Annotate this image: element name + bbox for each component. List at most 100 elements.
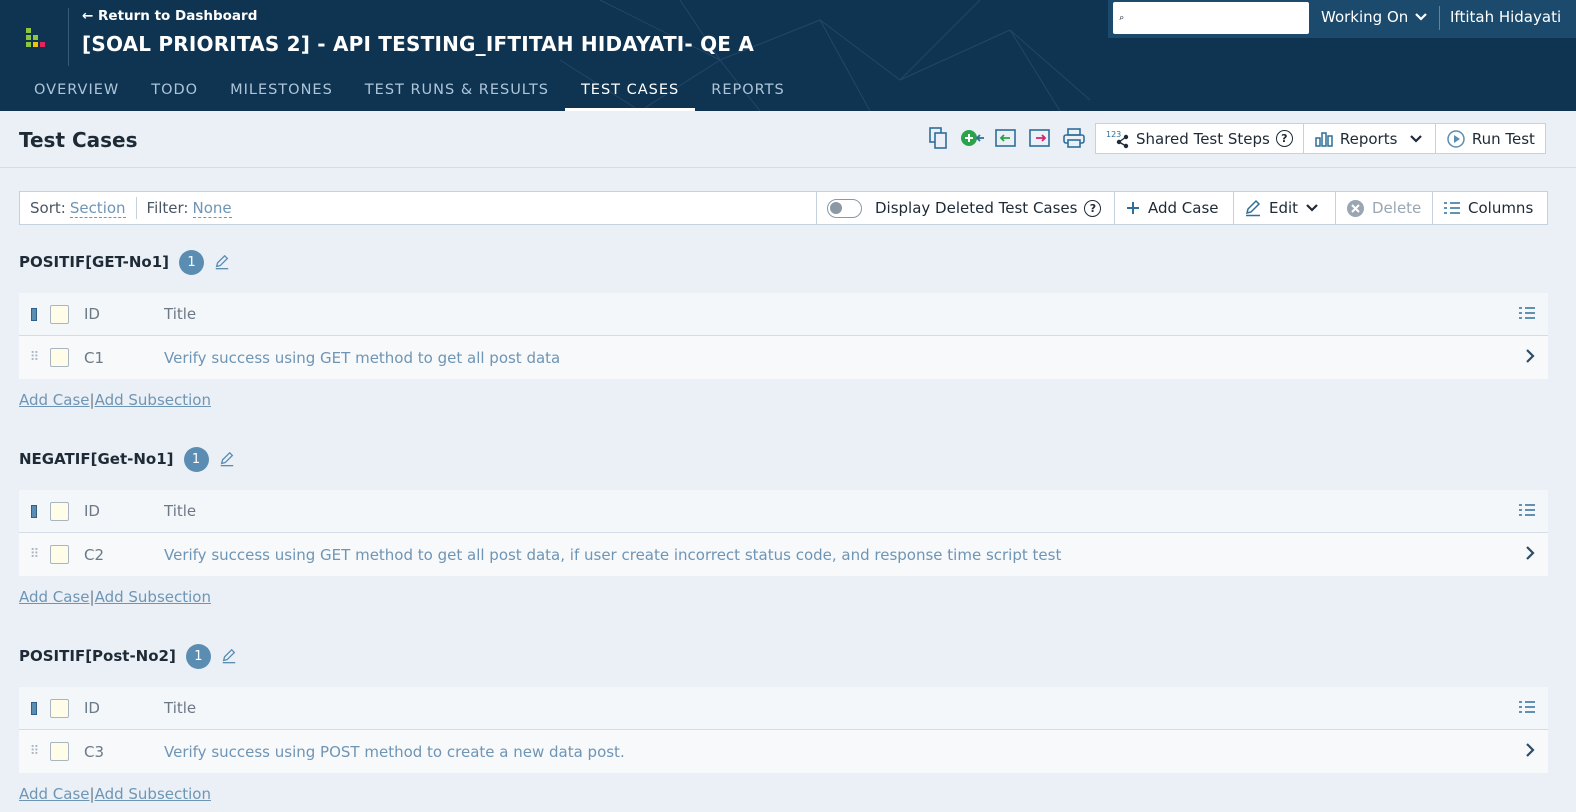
delete-label: Delete (1372, 199, 1422, 217)
case-id: C3 (84, 742, 105, 761)
return-to-dashboard-link[interactable]: ← Return to Dashboard (82, 8, 257, 24)
case-title-link[interactable]: Verify success using GET method to get a… (164, 349, 560, 367)
app-header: ← Return to Dashboard [SOAL PRIORITAS 2]… (0, 0, 1576, 111)
run-test-label: Run Test (1471, 129, 1535, 148)
filter-toolbar: Sort: Section Filter: None Display Delet… (19, 191, 1548, 225)
add-subsection-link[interactable]: Add Subsection (95, 588, 211, 606)
play-circle-icon (1447, 129, 1465, 148)
sort-filter-area: Sort: Section Filter: None (20, 192, 816, 224)
edit-section-icon[interactable] (214, 254, 230, 270)
section-title: NEGATIF[Get-No1] (19, 450, 174, 468)
chevron-right-icon[interactable] (1524, 348, 1536, 364)
drag-handle-icon[interactable]: ⠿ (30, 351, 39, 364)
export-icon[interactable] (1026, 124, 1054, 152)
copy-icon[interactable] (924, 124, 952, 152)
column-header-title[interactable]: Title (164, 502, 1548, 520)
table-row[interactable]: ⠿ C1 Verify success using GET method to … (19, 336, 1548, 379)
help-icon[interactable]: ? (1084, 199, 1102, 217)
edit-dropdown-button[interactable]: Edit (1233, 192, 1335, 224)
display-deleted-label: Display Deleted Test Cases (875, 199, 1078, 217)
top-right-divider (1439, 6, 1440, 30)
section-title: POSITIF[Post-No2] (19, 647, 176, 665)
tab-test-runs-results[interactable]: TEST RUNS & RESULTS (349, 80, 565, 111)
case-title-link[interactable]: Verify success using GET method to get a… (164, 546, 1061, 564)
add-case-link[interactable]: Add Case (19, 785, 90, 803)
column-header-title[interactable]: Title (164, 699, 1548, 717)
edit-section-icon[interactable] (221, 648, 237, 664)
case-title-link[interactable]: Verify success using POST method to crea… (164, 743, 625, 761)
column-header-title[interactable]: Title (164, 305, 1548, 323)
column-header-id[interactable]: ID (84, 305, 164, 323)
table-row[interactable]: ⠿ C3 Verify success using POST method to… (19, 730, 1548, 773)
toggle-switch[interactable] (827, 198, 862, 218)
reports-dropdown-button[interactable]: Reports (1303, 124, 1436, 153)
column-options-icon[interactable] (1518, 305, 1536, 321)
delete-button[interactable]: Delete (1335, 192, 1432, 224)
case-count-badge: 1 (179, 249, 205, 275)
table-row[interactable]: ⠿ C2 Verify success using GET method to … (19, 533, 1548, 576)
drag-handle-icon[interactable]: ⠿ (30, 548, 39, 561)
edit-section-icon[interactable] (219, 451, 235, 467)
sort-selector[interactable]: Section (69, 199, 126, 218)
add-subsection-link[interactable]: Add Subsection (95, 391, 211, 409)
import-icon[interactable] (992, 124, 1020, 152)
add-case-link[interactable]: Add Case (19, 391, 90, 409)
drag-handle-icon[interactable]: ⠿ (30, 745, 39, 758)
columns-icon (1444, 202, 1460, 214)
page-title-bar: Test Cases 123 Shared Test Steps ? Repor… (0, 111, 1576, 168)
display-deleted-toggle[interactable]: Display Deleted Test Cases ? (816, 192, 1114, 224)
tab-reports[interactable]: REPORTS (695, 80, 800, 111)
chevron-right-icon[interactable] (1524, 742, 1536, 758)
columns-button[interactable]: Columns (1432, 192, 1547, 224)
row-checkbox[interactable] (50, 742, 69, 761)
print-icon[interactable] (1060, 124, 1088, 152)
tab-test-cases[interactable]: TEST CASES (564, 80, 696, 111)
add-bug-icon[interactable] (958, 124, 986, 152)
table-header-row: ID Title (19, 293, 1548, 336)
selection-marker-icon (31, 701, 37, 715)
top-right-bar: Working On Iftitah Hidayati (1108, 0, 1576, 38)
add-case-link[interactable]: Add Case (19, 588, 90, 606)
select-all-checkbox[interactable] (50, 698, 69, 718)
row-checkbox[interactable] (50, 545, 69, 564)
column-options-icon[interactable] (1518, 502, 1536, 518)
sort-label: Sort: (30, 199, 66, 217)
project-title: [SOAL PRIORITAS 2] - API TESTING_IFTITAH… (82, 32, 754, 56)
project-tabs: OVERVIEW TODO MILESTONES TEST RUNS & RES… (18, 80, 801, 111)
case-id: C1 (84, 348, 105, 367)
working-on-dropdown[interactable]: Working On (1321, 8, 1428, 26)
filter-selector[interactable]: None (192, 199, 232, 218)
reports-label: Reports (1339, 129, 1398, 148)
working-on-label: Working On (1321, 8, 1409, 26)
search-input[interactable] (1128, 4, 1309, 32)
tab-overview[interactable]: OVERVIEW (18, 80, 135, 111)
case-count-badge: 1 (185, 643, 211, 669)
chevron-down-icon (1410, 134, 1423, 143)
add-subsection-link[interactable]: Add Subsection (95, 785, 211, 803)
section-actions: Add Case|Add Subsection (19, 588, 1548, 606)
sort-filter-divider (135, 197, 137, 219)
tab-todo[interactable]: TODO (135, 80, 214, 111)
chevron-down-icon (1306, 204, 1318, 212)
shared-test-steps-button[interactable]: 123 Shared Test Steps ? (1096, 124, 1304, 153)
column-header-id[interactable]: ID (84, 502, 164, 520)
bar-chart-icon (1315, 131, 1333, 147)
column-header-id[interactable]: ID (84, 699, 164, 717)
chevron-down-icon (1415, 13, 1428, 21)
select-all-checkbox[interactable] (50, 501, 69, 521)
help-icon[interactable]: ? (1275, 130, 1293, 147)
toolbar-icons (924, 124, 1088, 152)
search-box[interactable] (1113, 2, 1309, 34)
run-test-button[interactable]: Run Test (1435, 124, 1545, 153)
select-all-checkbox[interactable] (50, 304, 69, 324)
section-header: POSITIF[Post-No2] 1 (19, 641, 1548, 671)
chevron-right-icon[interactable] (1524, 545, 1536, 561)
filter-label: Filter: (146, 199, 189, 217)
row-checkbox[interactable] (50, 348, 69, 367)
column-options-icon[interactable] (1518, 699, 1536, 715)
add-case-button[interactable]: Add Case (1114, 192, 1233, 224)
search-icon (1119, 15, 1124, 20)
user-menu[interactable]: Iftitah Hidayati (1450, 8, 1561, 26)
tab-milestones[interactable]: MILESTONES (214, 80, 349, 111)
testrail-logo-icon (26, 28, 52, 54)
